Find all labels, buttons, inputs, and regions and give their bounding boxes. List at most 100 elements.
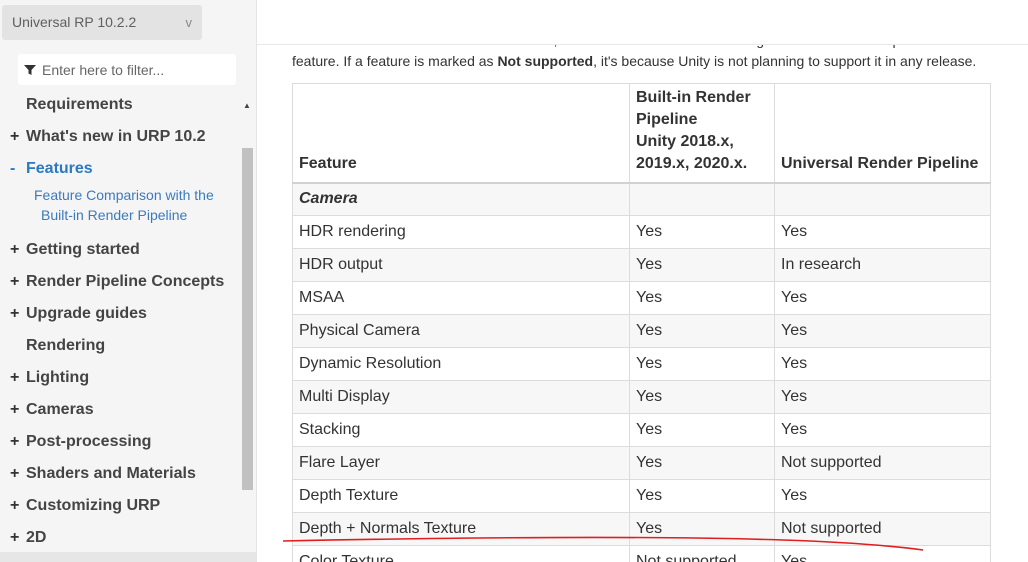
expand-toggle[interactable]: + [10,398,24,422]
table-row: Stacking Yes Yes [292,413,991,447]
cell-feature: Physical Camera [292,314,630,348]
cell-urp: Yes [774,545,991,562]
cell-urp: Not supported [774,446,991,480]
header-builtin: Built-in Render Pipeline Unity 2018.x, 2… [629,83,775,184]
table-row: Multi Display Yes Yes [292,380,991,414]
header-builtin-line: Built-in Render [636,88,751,106]
sidebar-item-label: Shaders and Materials [26,465,196,482]
table-row: Depth + Normals Texture Yes Not supporte… [292,512,991,546]
sidebar-item-features[interactable]: - Features [0,157,240,181]
cell-urp: Yes [774,347,991,381]
scroll-up-arrow-icon[interactable]: ▲ [243,101,251,110]
sidebar-item-label: What's new in URP 10.2 [26,128,206,145]
expand-toggle[interactable]: + [10,366,24,390]
cell-builtin: Yes [629,281,775,315]
sidebar-item-customizing-urp[interactable]: + Customizing URP [0,494,240,518]
sidebar-item-label: Features [26,160,93,177]
header-urp: Universal Render Pipeline [774,83,991,184]
intro-paragraph: feature. If a feature is marked as Not s… [292,53,976,69]
collapse-toggle[interactable]: - [10,157,24,181]
sidebar-item-post-processing[interactable]: + Post-processing [0,430,240,454]
cell-builtin: Yes [629,479,775,513]
intro-text: , it's because Unity is not planning to … [593,53,977,69]
cell-urp: Yes [774,380,991,414]
sidebar-item-lighting[interactable]: + Lighting [0,366,240,390]
cell-urp: Yes [774,479,991,513]
cell-urp: In research [774,248,991,282]
cell-builtin: Yes [629,380,775,414]
sidebar-item-render-pipeline-concepts[interactable]: + Render Pipeline Concepts [0,270,240,294]
sidebar-item-label: Cameras [26,401,94,418]
table-row-category: Camera [292,182,991,216]
sidebar-item-label: 2D [26,529,47,546]
table-header-row: Feature Built-in Render Pipeline Unity 2… [292,83,991,184]
sidebar-item-label: Render Pipeline Concepts [26,273,225,290]
cell-urp: Yes [774,413,991,447]
header-builtin-line: Pipeline [636,110,698,128]
cell-builtin: Yes [629,347,775,381]
table-cell [774,182,991,216]
sidebar-scrollbar-thumb[interactable] [242,148,253,490]
top-bar [257,0,1028,45]
sidebar-item-label: Requirements [26,96,133,113]
intro-bold: Not supported [497,53,594,69]
cell-builtin: Yes [629,248,775,282]
sidebar-item-label: Lighting [26,369,90,386]
cell-feature: Dynamic Resolution [292,347,630,381]
header-feature: Feature [292,83,630,184]
sidebar-item-label: Rendering [26,337,106,354]
chevron-down-icon: v [185,15,193,30]
cell-urp: Yes [774,281,991,315]
intro-text: feature. If a feature is marked as [292,53,498,69]
table-row: Flare Layer Yes Not supported [292,446,991,480]
sidebar-item-upgrade-guides[interactable]: + Upgrade guides [0,302,240,326]
expand-toggle[interactable]: + [10,526,24,550]
subitem-label-line1: Feature Comparison with the [34,187,214,203]
filter-icon [24,64,36,75]
cell-builtin: Yes [629,314,775,348]
sidebar-item-requirements[interactable]: Requirements [0,93,240,117]
cell-builtin: Yes [629,413,775,447]
header-builtin-line: 2019.x, 2020.x. [636,154,748,172]
version-select[interactable]: Universal RP 10.2.2 v [2,5,202,40]
expand-toggle[interactable]: + [10,302,24,326]
sidebar-item-label: Upgrade guides [26,305,147,322]
table-row: MSAA Yes Yes [292,281,991,315]
cell-builtin: Not supported [629,545,775,562]
feature-comparison-table: Feature Built-in Render Pipeline Unity 2… [292,83,991,562]
cell-feature: HDR output [292,248,630,282]
expand-toggle[interactable]: + [10,430,24,454]
cell-feature: Depth + Normals Texture [292,512,630,546]
table-row: HDR rendering Yes Yes [292,215,991,249]
sidebar-item-whats-new[interactable]: + What's new in URP 10.2 [0,125,240,149]
sidebar-item-2d[interactable]: + 2D [0,526,240,550]
expand-toggle[interactable]: + [10,125,24,149]
expand-toggle[interactable]: + [10,494,24,518]
table-cell [629,182,775,216]
table-row: Depth Texture Yes Yes [292,479,991,513]
sidebar-item-label: Post-processing [26,433,152,450]
main-content: Note: If a feature is marked as In resea… [257,0,1028,562]
cell-builtin: Yes [629,512,775,546]
cell-feature: Color Texture [292,545,630,562]
sidebar-item-getting-started[interactable]: + Getting started [0,238,240,262]
version-label: Universal RP 10.2.2 [12,14,137,30]
sidebar-item-rendering[interactable]: Rendering [0,334,240,358]
cell-builtin: Yes [629,446,775,480]
table-row: Color Texture Not supported Yes [292,545,991,562]
expand-toggle[interactable]: + [10,462,24,486]
sidebar-item-label: Getting started [26,241,140,258]
table-row: Physical Camera Yes Yes [292,314,991,348]
filter-input[interactable] [42,61,227,78]
table-row: Dynamic Resolution Yes Yes [292,347,991,381]
filter-box[interactable] [18,54,236,85]
sidebar-subitem-feature-comparison[interactable]: Feature Comparison with the Built-in Ren… [34,185,234,225]
expand-toggle[interactable]: + [10,270,24,294]
expand-toggle[interactable]: + [10,238,24,262]
cell-feature: MSAA [292,281,630,315]
sidebar-item-cameras[interactable]: + Cameras [0,398,240,422]
header-builtin-line: Unity 2018.x, [636,132,734,150]
subitem-label-line2: Built-in Render Pipeline [41,207,188,223]
sidebar-item-shaders-materials[interactable]: + Shaders and Materials [0,462,240,486]
sidebar-horizontal-scrollbar[interactable] [0,552,256,562]
